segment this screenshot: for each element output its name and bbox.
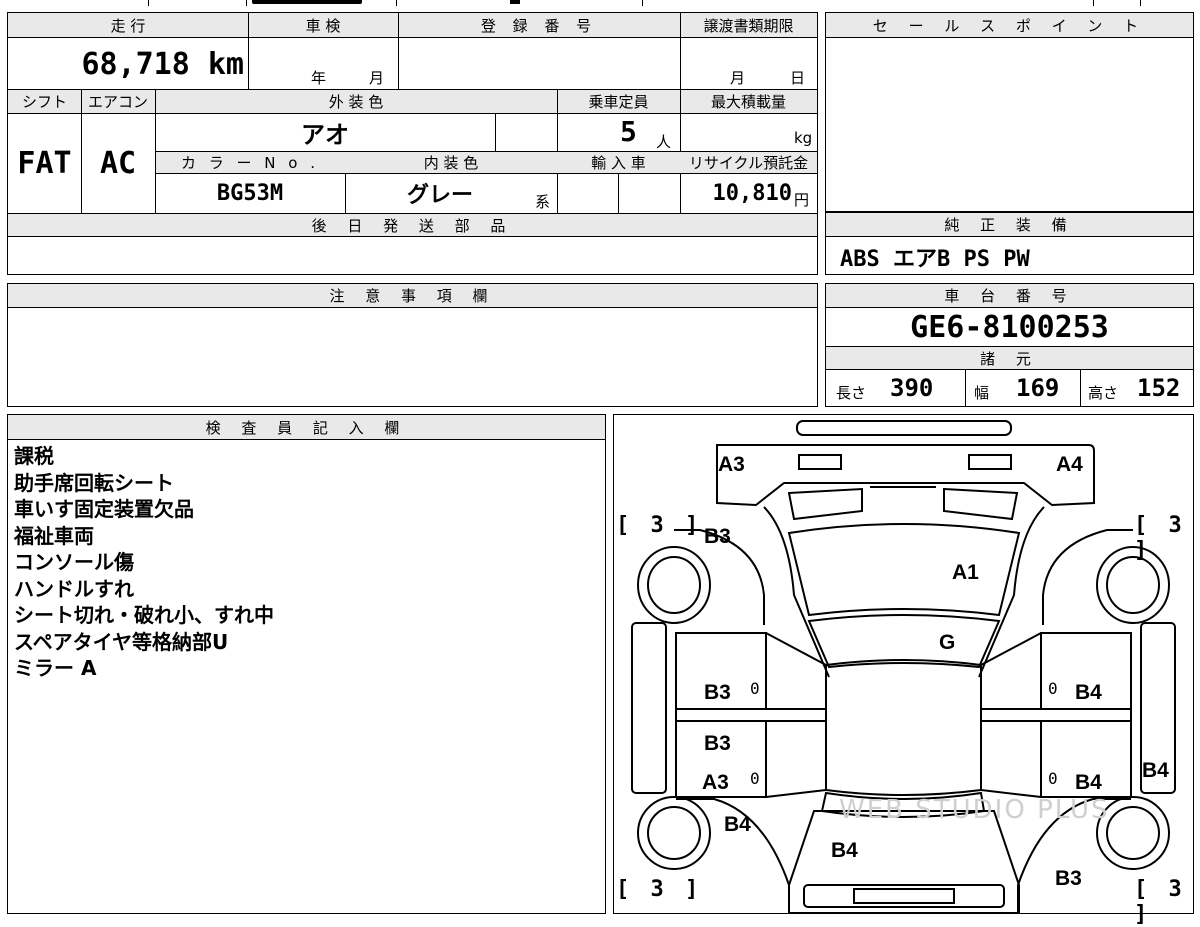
note-line: 課税: [14, 444, 54, 468]
inspector-header: 検 査 員 記 入 欄: [8, 415, 605, 439]
genuine-equipment-header: 純 正 装 備: [826, 213, 1193, 236]
chassis-specs-box: 車 台 番 号 GE6-8100253 諸 元 長さ 390 幅 169 高さ …: [825, 283, 1194, 407]
dent-zero-mark: 0: [1048, 769, 1058, 788]
bracket-count-top-right: [ 3 ]: [1134, 513, 1186, 563]
note-line: 車いす固定装置欠品: [14, 497, 194, 521]
dent-zero-mark: 0: [750, 679, 760, 698]
max-load-unit: kg: [794, 129, 813, 147]
height-value: 152: [1137, 374, 1181, 402]
inspection-header: 車 検: [305, 16, 341, 35]
interior-color-header: 内 装 色: [423, 154, 479, 172]
note-line: コンソール傷: [14, 550, 134, 574]
note-line: スペアタイヤ等格納部U: [14, 629, 229, 654]
interior-color-value: グレー: [406, 183, 473, 208]
transfer-deadline-header: 譲渡書類期限: [703, 16, 794, 35]
mileage-header: 走 行: [110, 16, 146, 35]
vehicle-info-table: 走 行 車 検 登 録 番 号 譲渡書類期限 68,718 km 年 月 月 日…: [7, 12, 818, 275]
car-condition-diagram: WEB STUDIO PLUS A3 A4 B3 A1 G B3 0 0 B4 …: [613, 414, 1194, 927]
recycle-fee-unit: 円: [794, 191, 810, 209]
inspector-notes-box: 検 査 員 記 入 欄 課税 助手席回転シート 車いす固定装置欠品 福祉車両 コ…: [7, 414, 606, 914]
shift-header: シフト: [21, 93, 67, 111]
transfer-day: 日: [790, 69, 806, 87]
damage-label-a4-top: A4: [1056, 453, 1083, 476]
height-label: 高さ: [1088, 384, 1119, 402]
car-outline-svg: [631, 420, 1176, 913]
length-label: 長さ: [836, 384, 867, 402]
recycle-fee-header: リサイクル預託金: [688, 154, 809, 172]
damage-label-b4-mid-right: B4: [1075, 681, 1102, 704]
caution-box: 注 意 事 項 欄: [7, 283, 818, 407]
dent-zero-mark: 0: [750, 769, 760, 788]
chassis-number: GE6-8100253: [910, 309, 1109, 345]
recycle-fee-value: 10,810: [712, 181, 792, 206]
color-no-header: カ ラ ー N o .: [180, 154, 319, 172]
genuine-equipment-box: 純 正 装 備 ABS エアB PS PW: [825, 212, 1194, 275]
aircon-header: エアコン: [87, 93, 148, 111]
damage-label-b3-low-left: B3: [704, 732, 731, 755]
damage-label-b3-mid-left: B3: [704, 681, 731, 704]
bracket-count-bottom-right: [ 3 ]: [1134, 877, 1186, 927]
later-parts-header: 後 日 発 送 部 品: [8, 214, 817, 236]
bracket-count-top-left: [ 3 ]: [616, 513, 703, 538]
sales-point-box: セ ー ル ス ポ イ ン ト: [825, 12, 1194, 212]
max-load-header: 最大積載量: [710, 93, 786, 111]
mileage-value: 68,718 km: [81, 47, 244, 82]
chassis-header: 車 台 番 号: [826, 284, 1193, 307]
length-value: 390: [890, 374, 934, 402]
damage-label-b3-bottom-right: B3: [1055, 867, 1082, 890]
note-line: 助手席回転シート: [14, 470, 174, 495]
width-label: 幅: [974, 384, 990, 402]
note-line: 福祉車両: [14, 523, 94, 548]
watermark: WEB STUDIO PLUS: [839, 795, 1110, 825]
inspection-year: 年: [311, 69, 327, 87]
capacity-value: 5: [620, 115, 637, 148]
specs-header: 諸 元: [826, 347, 1193, 369]
damage-label-b3-upper-left: B3: [704, 525, 731, 548]
shift-value: FAT: [17, 145, 72, 181]
note-line: ハンドルすれ: [14, 576, 134, 601]
import-header: 輸 入 車: [591, 154, 646, 172]
exterior-color-header: 外 装 色: [328, 93, 384, 111]
transfer-month: 月: [730, 69, 746, 87]
dent-zero-mark: 0: [1048, 679, 1058, 698]
exterior-color-value: アオ: [301, 120, 349, 149]
interior-color-suffix: 系: [535, 193, 551, 211]
damage-label-a3-top: A3: [718, 453, 745, 476]
damage-label-a3-low-left: A3: [702, 771, 729, 794]
inspector-notes-list: 課税 助手席回転シート 車いす固定装置欠品 福祉車両 コンソール傷 ハンドルすれ…: [14, 443, 274, 682]
damage-label-b4-far-right: B4: [1142, 759, 1169, 782]
caution-header: 注 意 事 項 欄: [8, 284, 817, 307]
width-value: 169: [1016, 374, 1060, 402]
damage-label-b4-low-right: B4: [1075, 771, 1102, 794]
bracket-count-bottom-left: [ 3 ]: [616, 877, 703, 902]
aircon-value: AC: [99, 145, 137, 181]
top-cutoff-strip: [0, 0, 1200, 6]
genuine-equipment-value: ABS エアB PS PW: [840, 247, 1030, 272]
capacity-header: 乗車定員: [588, 93, 649, 111]
damage-label-g: G: [939, 631, 956, 654]
sales-point-header: セ ー ル ス ポ イ ン ト: [826, 13, 1193, 37]
note-line: ミラー A: [14, 656, 97, 680]
registration-header: 登 録 番 号: [480, 16, 598, 35]
damage-label-a1: A1: [952, 561, 979, 584]
inspection-month: 月: [369, 69, 385, 87]
capacity-unit: 人: [656, 133, 672, 151]
damage-label-b4-bottom-center: B4: [831, 839, 858, 862]
color-no-value: BG53M: [216, 180, 284, 206]
note-line: シート切れ・破れ小、すれ中: [14, 603, 274, 627]
damage-label-b4-bottom-left: B4: [724, 813, 751, 836]
